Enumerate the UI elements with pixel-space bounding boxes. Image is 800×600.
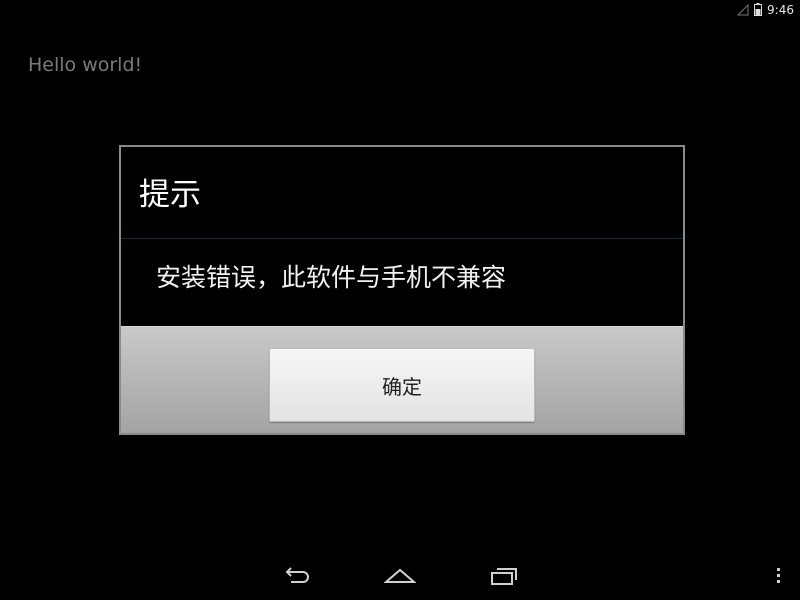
battery-icon: [754, 1, 763, 20]
navigation-bar: [0, 552, 800, 600]
alert-dialog: 提示 安装错误，此软件与手机不兼容 确定: [119, 145, 685, 435]
back-icon[interactable]: [276, 560, 316, 592]
dialog-message: 安装错误，此软件与手机不兼容: [156, 263, 507, 292]
dialog-title: 提示: [139, 177, 201, 213]
ok-button[interactable]: 确定: [269, 348, 535, 422]
hello-text: Hello world!: [28, 54, 143, 76]
recents-icon[interactable]: [484, 560, 524, 592]
status-bar: 9:46: [0, 0, 800, 20]
dialog-divider: [121, 238, 683, 239]
home-icon[interactable]: [380, 560, 420, 592]
signal-icon: [736, 1, 749, 20]
status-time: 9:46: [767, 3, 794, 17]
overflow-menu-icon[interactable]: [760, 560, 796, 592]
dialog-button-bar: 确定: [121, 326, 683, 433]
